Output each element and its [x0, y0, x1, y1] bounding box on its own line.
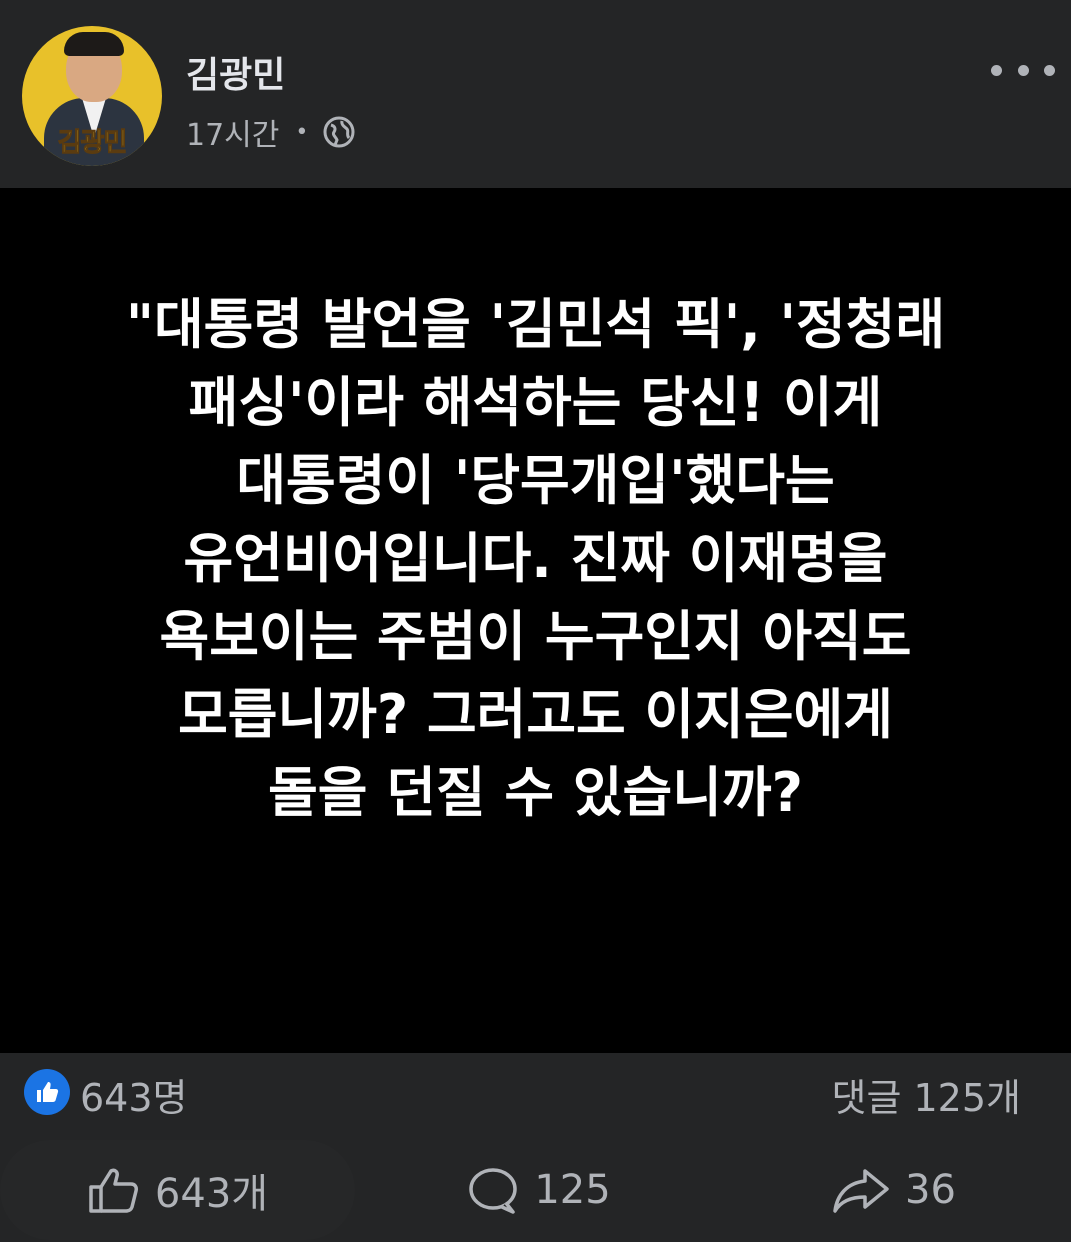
- comment-button[interactable]: 125: [361, 1140, 716, 1240]
- meta-separator: •: [295, 119, 309, 145]
- action-bar: 643개 125 36: [0, 1140, 1071, 1240]
- image-quote-text: "대통령 발언을 '김민석 픽', '정청래 패싱'이라 해석하는 당신! 이게…: [40, 286, 1031, 832]
- quote-line: 욕보이는 주범이 누구인지 아직도: [159, 605, 912, 668]
- comment-count-label: 125: [534, 1167, 611, 1213]
- like-icon[interactable]: [24, 1069, 70, 1115]
- quote-line: "대통령 발언을 '김민석 픽', '정청래: [125, 293, 946, 356]
- avatar-hair: [64, 32, 124, 56]
- share-count-label: 36: [905, 1167, 956, 1213]
- share-icon: [833, 1169, 889, 1213]
- more-horizontal-icon: [991, 64, 1002, 76]
- comment-icon: [469, 1168, 518, 1214]
- like-count-label: 643개: [154, 1171, 269, 1217]
- post-header: 김광민 김광민 17시간 •: [0, 0, 1071, 188]
- thumbs-up-icon: [89, 1168, 138, 1213]
- quote-line: 모릅니까? 그러고도 이지은에게: [178, 683, 893, 746]
- quote-line: 패싱'이라 해석하는 당신! 이게: [188, 371, 883, 434]
- author-name[interactable]: 김광민: [186, 46, 285, 98]
- post-time[interactable]: 17시간: [186, 110, 279, 154]
- more-options-button[interactable]: [991, 54, 1055, 86]
- comment-count[interactable]: 댓글 125개: [832, 1067, 1022, 1122]
- author-avatar[interactable]: 김광민: [22, 26, 162, 166]
- quote-line: 돌을 던질 수 있습니까?: [268, 761, 803, 824]
- avatar-name-logo: 김광민: [57, 128, 128, 159]
- share-button[interactable]: 36: [716, 1140, 1071, 1240]
- post-meta: 17시간 •: [186, 110, 356, 154]
- globe-icon[interactable]: [322, 115, 356, 149]
- quote-line: 유언비어입니다. 진짜 이재명을: [183, 527, 888, 590]
- post-image[interactable]: "대통령 발언을 '김민석 픽', '정청래 패싱'이라 해석하는 당신! 이게…: [0, 188, 1071, 1053]
- reaction-count[interactable]: 643명: [80, 1067, 188, 1122]
- quote-line: 대통령이 '당무개입'했다는: [236, 449, 835, 512]
- like-button[interactable]: 643개: [0, 1140, 355, 1240]
- reaction-summary: 643명 댓글 125개: [0, 1053, 1071, 1129]
- facebook-post: 김광민 김광민 17시간 • "대통령 발언을 '김민석 픽', '정청래 패싱…: [0, 0, 1071, 1242]
